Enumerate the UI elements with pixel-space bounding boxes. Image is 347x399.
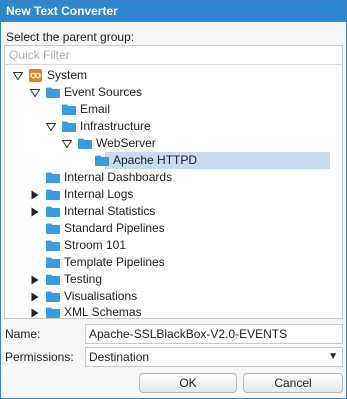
tree-item-email[interactable]: Email: [5, 101, 342, 118]
permissions-selected-value: Destination: [89, 350, 150, 364]
folder-icon: [46, 172, 60, 183]
quick-filter-input[interactable]: [5, 46, 342, 65]
folder-icon: [46, 257, 60, 268]
tree-item-label: Infrastructure: [80, 119, 151, 133]
tree-item-label: Visualisations: [64, 289, 138, 303]
expand-closed-icon[interactable]: [30, 271, 40, 288]
group-tree-panel: System Event Sources Email Infrastructur…: [4, 45, 343, 319]
tree-item-event-sources[interactable]: Event Sources: [5, 84, 342, 101]
name-label: Name:: [5, 327, 41, 341]
folder-icon: [46, 274, 60, 285]
tree-item-xml-schemas[interactable]: XML Schemas: [5, 304, 342, 319]
folder-icon: [46, 189, 60, 200]
tree-item-label: Internal Statistics: [64, 204, 156, 218]
folder-icon: [95, 155, 109, 166]
tree-item-label: Email: [80, 102, 111, 116]
tree-item-infrastructure[interactable]: Infrastructure: [5, 118, 342, 135]
system-icon: [29, 69, 42, 82]
expand-closed-icon[interactable]: [30, 304, 40, 318]
tree-item-internal-dashboards[interactable]: Internal Dashboards: [5, 169, 342, 186]
permissions-label: Permissions:: [5, 350, 74, 364]
parent-group-prompt: Select the parent group:: [6, 30, 135, 44]
expand-closed-icon[interactable]: [30, 186, 40, 203]
expand-open-icon[interactable]: [62, 135, 72, 152]
folder-icon: [46, 206, 60, 217]
tree-item-stroom-101[interactable]: Stroom 101: [5, 237, 342, 254]
expand-closed-icon[interactable]: [30, 288, 40, 305]
tree-item-label: Testing: [64, 272, 103, 286]
dialog-title[interactable]: New Text Converter: [1, 1, 346, 22]
tree-item-label: Internal Logs: [64, 187, 134, 201]
folder-icon: [46, 87, 60, 98]
permissions-select[interactable]: Destination ▼: [85, 347, 343, 367]
tree-item-template-pipelines[interactable]: Template Pipelines: [5, 254, 342, 271]
tree-item-label: Standard Pipelines: [64, 221, 165, 235]
tree-item-apache-httpd[interactable]: Apache HTTPD: [95, 152, 330, 169]
tree-item-label: Template Pipelines: [64, 255, 165, 269]
tree-item-visualisations[interactable]: Visualisations: [5, 288, 342, 305]
dropdown-arrow-icon: ▼: [328, 351, 338, 362]
expand-closed-icon[interactable]: [30, 203, 40, 220]
tree-item-label: XML Schemas: [64, 305, 142, 319]
name-field[interactable]: [85, 324, 343, 344]
folder-icon: [62, 121, 76, 132]
tree-item-label: Event Sources: [64, 85, 143, 99]
folder-icon: [46, 307, 60, 318]
folder-icon: [46, 240, 60, 251]
tree-item-label: System: [47, 68, 88, 82]
expand-open-icon[interactable]: [30, 84, 40, 101]
new-text-converter-dialog: New Text Converter Select the parent gro…: [0, 0, 347, 399]
expand-open-icon[interactable]: [13, 67, 23, 84]
tree-item-label: Stroom 101: [64, 238, 127, 252]
tree-item-testing[interactable]: Testing: [5, 271, 342, 288]
ok-button[interactable]: OK: [139, 373, 237, 393]
tree-item-standard-pipelines[interactable]: Standard Pipelines: [5, 220, 342, 237]
tree-item-internal-statistics[interactable]: Internal Statistics: [5, 203, 342, 220]
expand-open-icon[interactable]: [46, 118, 56, 135]
cancel-button[interactable]: Cancel: [243, 373, 343, 393]
folder-icon: [46, 223, 60, 234]
tree-item-label: Apache HTTPD: [113, 153, 198, 167]
folder-icon: [78, 138, 92, 149]
tree-item-webserver[interactable]: WebServer: [5, 135, 342, 152]
tree-item-system[interactable]: System: [5, 67, 342, 84]
folder-icon: [62, 104, 76, 115]
tree-item-internal-logs[interactable]: Internal Logs: [5, 186, 342, 203]
tree-item-label: WebServer: [96, 136, 156, 150]
folder-icon: [46, 291, 60, 302]
tree-item-label: Internal Dashboards: [64, 170, 173, 184]
